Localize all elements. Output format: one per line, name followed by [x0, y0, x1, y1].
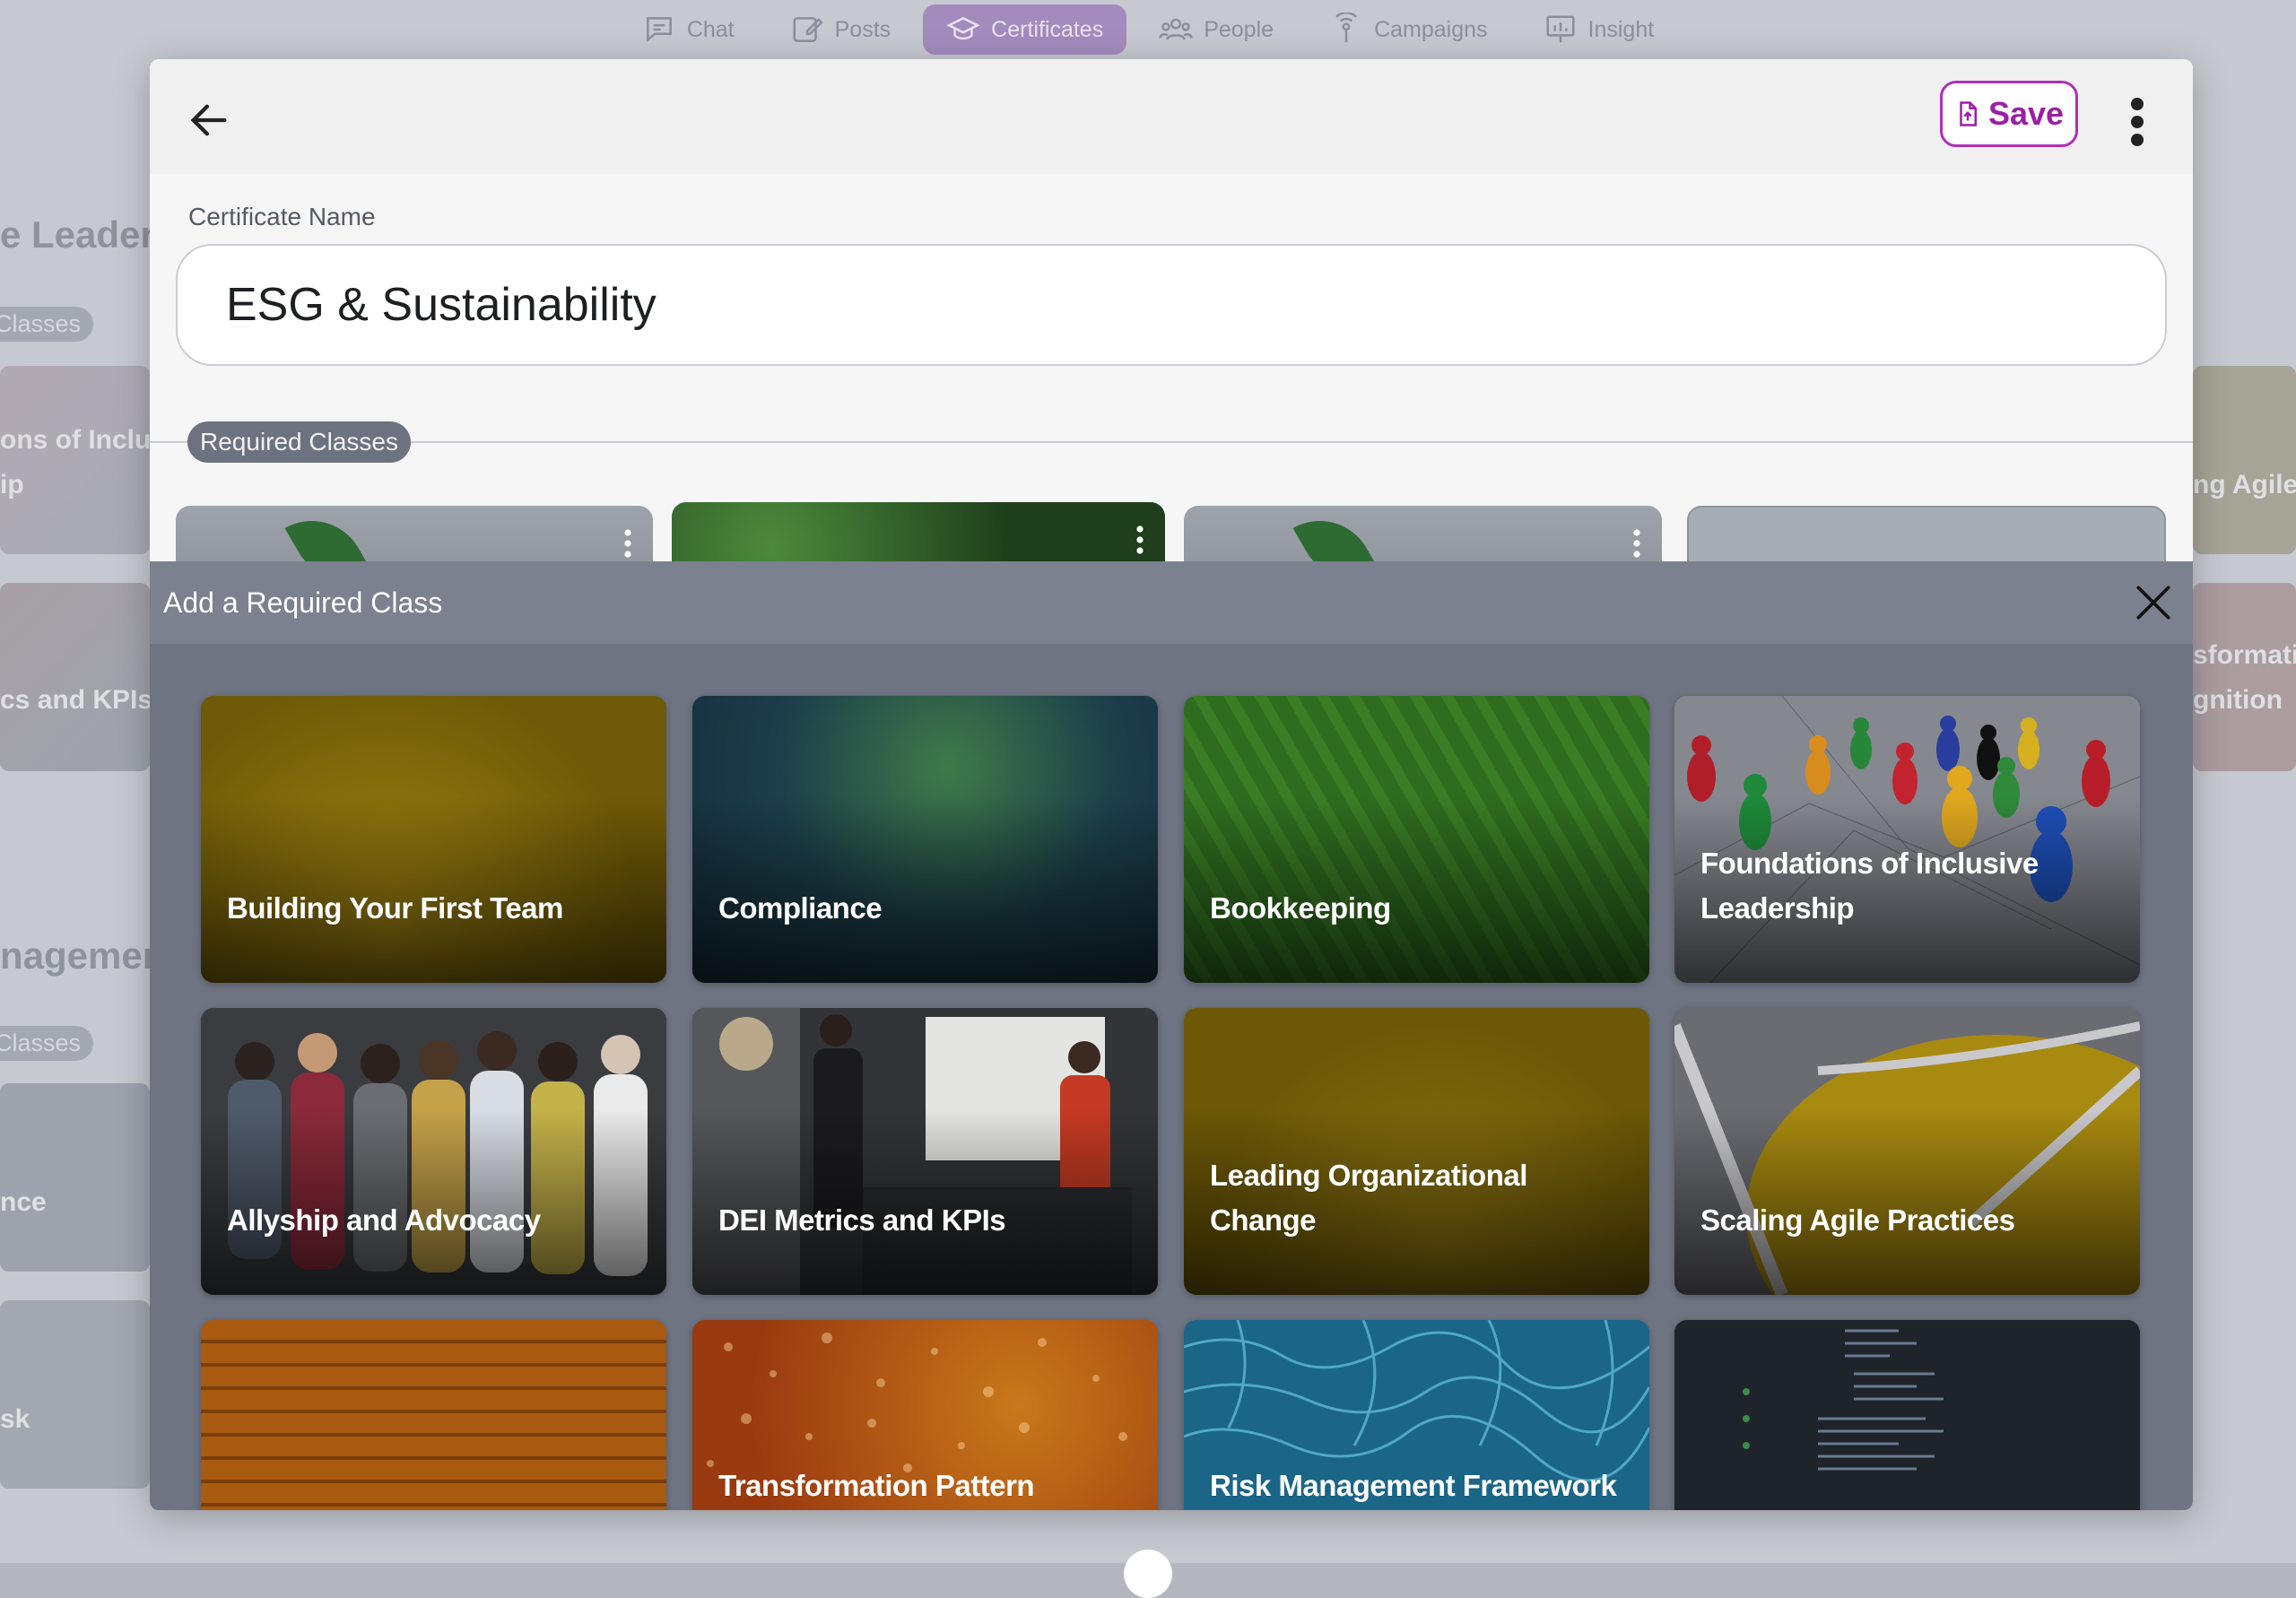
bg-card-title: nce — [0, 1187, 47, 1217]
tab-label: Insight — [1587, 16, 1655, 42]
class-card[interactable]: Leading Organizational Change — [1184, 1008, 1649, 1295]
graduation-cap-icon — [946, 16, 980, 40]
more-options-icon[interactable] — [622, 527, 633, 560]
tab-chat[interactable]: Chat — [619, 4, 758, 55]
class-card-title: Scaling Agile Practices — [1700, 1203, 2015, 1237]
top-navigation: Chat Posts Certificates People Campaigns… — [0, 0, 2296, 59]
card-shade — [692, 1008, 1158, 1295]
class-card-title: Building Your First Team — [227, 891, 563, 925]
card-shade — [201, 1008, 666, 1295]
bg-card-title: gnition — [2193, 685, 2283, 715]
class-card[interactable] — [1674, 1320, 2140, 1510]
class-card[interactable]: Risk Management Framework — [1184, 1320, 1649, 1510]
class-card-title: Transformation Pattern — [718, 1469, 1035, 1502]
card-shade — [1184, 1008, 1649, 1295]
class-card-title: Allyship and Advocacy — [227, 1203, 541, 1237]
add-class-modal: Add a Required Class Building Your First… — [150, 561, 2193, 1510]
card-shade — [1674, 696, 2140, 983]
class-card-title: Foundations of Inclusive Leadership — [1700, 847, 2039, 925]
tab-posts[interactable]: Posts — [767, 4, 915, 55]
bg-card — [0, 366, 150, 554]
certificate-name-label: Certificate Name — [188, 203, 376, 230]
bg-badge: Classes — [0, 307, 94, 342]
tab-label: Campaigns — [1374, 16, 1488, 42]
tab-certificates[interactable]: Certificates — [923, 4, 1127, 55]
editor-header: Save — [150, 59, 2193, 174]
class-card-title: Bookkeeping — [1210, 891, 1391, 925]
class-card-title: Leading Organizational Change — [1210, 1159, 1527, 1237]
card-shade — [692, 696, 1158, 983]
bg-card — [0, 1300, 150, 1489]
bg-card-title: ng Agile — [2193, 470, 2296, 499]
class-card[interactable]: Transformation Pattern — [692, 1320, 1158, 1510]
class-card[interactable]: Allyship and Advocacy — [201, 1008, 666, 1295]
back-arrow-icon[interactable] — [186, 97, 232, 143]
class-card[interactable]: DEI Metrics and KPIs — [692, 1008, 1158, 1295]
bg-card — [2193, 366, 2296, 554]
tab-label: Certificates — [991, 16, 1104, 42]
card-shade — [1184, 696, 1649, 983]
code-screen-image — [1674, 1320, 2140, 1510]
section-divider — [150, 441, 2193, 443]
people-icon — [1159, 18, 1193, 40]
tab-label: Chat — [686, 16, 735, 42]
bg-badge: Classes — [0, 1026, 94, 1061]
class-card[interactable]: Compliance — [692, 696, 1158, 983]
card-shade — [201, 696, 666, 983]
card-shade — [1674, 1008, 2140, 1295]
tab-insight[interactable]: Insight — [1520, 4, 1678, 55]
class-card[interactable]: Scaling Agile Practices — [1674, 1008, 2140, 1295]
required-classes-label: Required Classes — [187, 421, 411, 463]
more-options-icon[interactable] — [1631, 527, 1642, 560]
class-card[interactable]: Building Your First Team — [201, 696, 666, 983]
more-options-icon[interactable] — [2119, 95, 2155, 149]
modal-title: Add a Required Class — [163, 586, 443, 619]
bg-heading: nagemen — [0, 934, 150, 977]
class-card-title: Compliance — [718, 891, 883, 925]
certificate-name-input[interactable] — [176, 244, 2167, 366]
bg-card-title: ons of Inclus — [0, 425, 150, 455]
modal-header: Add a Required Class — [150, 561, 2193, 644]
certificate-editor-panel: Save Certificate Name Required Classes A… — [150, 59, 2193, 1510]
close-icon[interactable] — [2131, 580, 2176, 625]
bg-heading: e Leaders — [0, 213, 150, 256]
bg-card — [0, 583, 150, 771]
tab-label: Posts — [834, 16, 891, 42]
tab-label: People — [1204, 16, 1274, 42]
bg-card — [0, 1083, 150, 1272]
class-card-title: Risk Management Framework — [1210, 1469, 1617, 1502]
more-options-icon[interactable] — [1135, 524, 1145, 556]
class-card[interactable]: Bookkeeping — [1184, 696, 1649, 983]
bg-card-title: cs and KPIs — [0, 685, 150, 715]
chart-board-icon — [1545, 15, 1575, 43]
class-card-title: DEI Metrics and KPIs — [718, 1203, 1006, 1237]
save-label: Save — [1987, 95, 2065, 132]
tab-people[interactable]: People — [1135, 4, 1297, 55]
tab-campaigns[interactable]: Campaigns — [1306, 4, 1510, 55]
campaign-icon — [1335, 13, 1358, 43]
edit-icon — [793, 17, 823, 42]
scroll-handle[interactable] — [1124, 1550, 1172, 1598]
bg-card-title: sformati — [2193, 640, 2296, 670]
chat-icon — [646, 17, 672, 42]
bg-card-title: sk — [0, 1404, 30, 1434]
file-upload-icon — [1960, 101, 1977, 126]
bg-card-title: ip — [0, 470, 24, 499]
class-card[interactable]: Foundations of Inclusive Leadership — [1674, 696, 2140, 983]
class-card[interactable] — [201, 1320, 666, 1510]
save-button[interactable]: Save — [1940, 81, 2078, 147]
bg-card — [2193, 583, 2296, 771]
